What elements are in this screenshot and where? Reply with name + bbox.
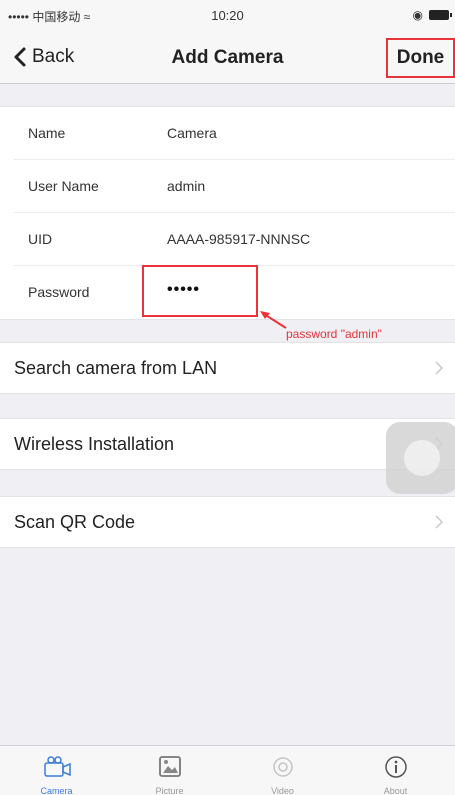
tab-picture-label: Picture (155, 786, 184, 795)
chevron-right-icon (435, 515, 443, 529)
name-field[interactable]: Camera (167, 125, 217, 141)
status-indicators: ◉ (412, 8, 452, 22)
alarm-icon: ◉ (412, 8, 423, 22)
search-lan-label: Search camera from LAN (14, 358, 218, 378)
tab-about-label: About (383, 786, 408, 795)
battery-icon (429, 10, 452, 20)
scan-qr-button[interactable]: Scan QR Code (0, 496, 455, 548)
password-label: Password (28, 284, 90, 300)
wireless-installation-label: Wireless Installation (14, 434, 175, 454)
video-icon (272, 757, 293, 777)
password-annotation: password "admin" (286, 327, 382, 341)
form-row-uid[interactable]: UID AAAA-985917-NNNSC (0, 213, 455, 266)
uid-field[interactable]: AAAA-985917-NNNSC (167, 231, 310, 247)
tab-camera[interactable]: Camera (0, 746, 113, 795)
name-label: Name (28, 125, 66, 141)
form-row-username[interactable]: User Name admin (0, 160, 455, 213)
tab-camera-label: Camera (40, 786, 73, 795)
uid-label: UID (28, 231, 53, 247)
picture-icon (158, 756, 181, 777)
annotation-arrow-icon (260, 311, 287, 329)
username-field[interactable]: admin (167, 178, 205, 194)
tab-bar: Camera Picture Video About (0, 745, 455, 795)
chevron-right-icon (435, 361, 443, 375)
form-row-name[interactable]: Name Camera (0, 107, 455, 160)
assistive-touch-button[interactable] (386, 422, 455, 494)
tab-video-label: Video (271, 786, 294, 795)
tab-video[interactable]: Video (226, 746, 339, 795)
tab-about[interactable]: About (339, 746, 452, 795)
status-bar: ••••• 中国移动 ≈ 10:20 ◉ (0, 0, 455, 32)
info-icon (384, 756, 407, 778)
search-lan-button[interactable]: Search camera from LAN (0, 342, 455, 394)
camera-icon (43, 756, 71, 777)
tab-picture[interactable]: Picture (113, 746, 226, 795)
password-field[interactable]: ••••• (167, 281, 200, 299)
scan-qr-label: Scan QR Code (14, 512, 136, 532)
done-button[interactable]: Done (386, 38, 455, 78)
navigation-bar: Back Add Camera Done (0, 32, 455, 84)
status-time: 10:20 (211, 8, 244, 23)
username-label: User Name (28, 178, 99, 194)
